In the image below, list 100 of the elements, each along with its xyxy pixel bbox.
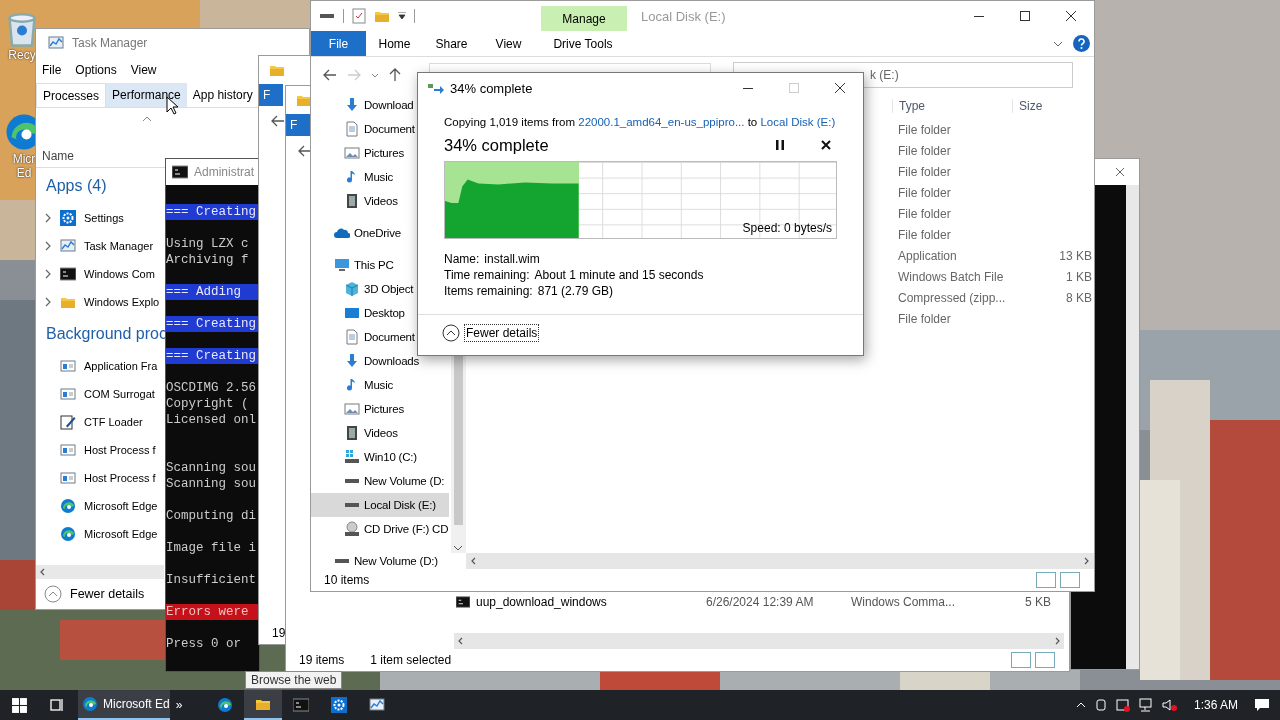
clock[interactable]: 1:36 AM: [1185, 698, 1246, 712]
details-view-button[interactable]: [1011, 652, 1031, 668]
horizontal-scrollbar[interactable]: [466, 553, 1094, 569]
details-view-button[interactable]: [1036, 572, 1056, 588]
network-icon[interactable]: [1137, 698, 1154, 712]
help-icon[interactable]: [1073, 35, 1090, 52]
film-icon: [344, 425, 360, 441]
file-tab[interactable]: F: [259, 84, 283, 106]
browser-icon: [60, 498, 76, 514]
nav-item[interactable]: Downloads: [311, 349, 449, 373]
file-type: Application: [897, 248, 958, 263]
horizontal-scrollbar[interactable]: [36, 565, 164, 579]
process-name[interactable]: COM Surrogat: [84, 388, 155, 400]
process-name[interactable]: Task Manager: [84, 240, 154, 252]
process-name[interactable]: Host Process f: [84, 444, 156, 456]
tab[interactable]: App history: [186, 83, 259, 107]
process-name[interactable]: Windows Com: [84, 268, 155, 280]
tab[interactable]: Processes: [36, 83, 107, 107]
chevron-down-icon[interactable]: [1053, 40, 1063, 47]
console-icon: [60, 266, 76, 282]
gear-icon: [331, 697, 347, 713]
progress-heading: 34% complete: [444, 135, 550, 155]
tiles-view-button[interactable]: [1035, 652, 1055, 668]
minimize-icon[interactable]: [974, 15, 984, 17]
notification-icon[interactable]: [1254, 698, 1270, 712]
device-icon[interactable]: [1093, 698, 1108, 712]
nav-item[interactable]: Local Disk (E:): [311, 493, 449, 517]
process-name[interactable]: Host Process f: [84, 472, 156, 484]
file-tab[interactable]: F: [286, 114, 310, 136]
close-icon[interactable]: [834, 82, 846, 94]
console-line: Scanning sou: [166, 460, 257, 476]
console-line: Computing di: [166, 508, 257, 524]
file-type: File folder: [897, 164, 952, 179]
nav-item[interactable]: CD Drive (F:) CD: [311, 517, 449, 541]
vertical-scrollbar[interactable]: [1126, 185, 1139, 669]
chevron-icon[interactable]: [44, 241, 52, 251]
nav-item[interactable]: New Volume (D:: [311, 469, 449, 493]
taskbar-button[interactable]: [244, 690, 282, 720]
close-icon[interactable]: [1115, 167, 1125, 177]
muted-speaker-icon[interactable]: [1161, 698, 1178, 712]
nav-item[interactable]: Videos: [311, 421, 449, 445]
shield-icon[interactable]: [1115, 698, 1130, 712]
back-arrow-icon[interactable]: [298, 145, 312, 157]
nav-item[interactable]: Win10 (C:): [311, 445, 449, 469]
chevron-icon[interactable]: [44, 297, 52, 307]
process-name[interactable]: Microsoft Edge: [84, 500, 158, 512]
nav-item[interactable]: Music: [311, 373, 449, 397]
maximize-icon[interactable]: [1020, 11, 1030, 21]
menu-item[interactable]: View: [130, 63, 157, 77]
process-name[interactable]: Application Fra: [84, 360, 158, 372]
chevron-up-icon[interactable]: [1075, 702, 1086, 708]
ribbon-tab[interactable]: Home: [366, 31, 423, 56]
process-name[interactable]: CTF Loader: [84, 416, 143, 428]
console-line: Scanning sou: [166, 476, 257, 492]
file-type: File folder: [897, 143, 952, 158]
chevron-down-icon[interactable]: [371, 72, 379, 78]
tab[interactable]: Performance: [106, 83, 187, 107]
taskbar-app-button[interactable]: Microsoft Ed: [78, 690, 170, 720]
horizontal-scrollbar[interactable]: [454, 633, 1064, 649]
drive-icon: [319, 13, 335, 19]
chevron-icon[interactable]: [44, 269, 52, 279]
minimize-icon[interactable]: [743, 87, 753, 89]
file-tab[interactable]: File: [311, 31, 366, 56]
detail-label: Name:: [444, 251, 480, 267]
column-header[interactable]: Type: [892, 99, 1012, 113]
cancel-icon[interactable]: [821, 140, 831, 150]
source-link[interactable]: 22000.1_amd64_en-us_ppipro...: [578, 116, 745, 128]
up-arrow-icon[interactable]: [389, 68, 401, 82]
menu-item[interactable]: File: [42, 63, 62, 77]
nav-item[interactable]: New Volume (D:): [311, 549, 449, 573]
ribbon-tab[interactable]: Drive Tools: [540, 31, 626, 56]
detail-label: Items remaining:: [444, 283, 533, 299]
process-name[interactable]: Microsoft Edge: [84, 528, 158, 540]
dropdown-caret-icon[interactable]: [398, 12, 406, 20]
process-name[interactable]: Windows Explo: [84, 296, 160, 308]
console-line: Press 0 or: [166, 636, 242, 652]
window-icon: [60, 442, 76, 458]
file-type: File folder: [897, 206, 952, 221]
destination-link[interactable]: Local Disk (E:): [760, 116, 836, 128]
overflow-button[interactable]: »: [170, 690, 188, 720]
menu-item[interactable]: Options: [75, 63, 117, 77]
fewer-details-link[interactable]: Fewer details: [70, 587, 145, 601]
ribbon-tab[interactable]: View: [480, 31, 537, 56]
console-line: Image file i: [166, 540, 257, 556]
fewer-details-button[interactable]: Fewer details: [464, 324, 540, 342]
properties-icon[interactable]: [352, 8, 366, 24]
column-header[interactable]: Size: [1012, 99, 1092, 113]
back-arrow-icon[interactable]: [271, 115, 285, 127]
tiles-view-button[interactable]: [1060, 572, 1080, 588]
down-arrow-icon: [344, 97, 360, 113]
back-arrow-icon[interactable]: [323, 69, 337, 81]
pause-icon[interactable]: [776, 140, 784, 150]
column-header[interactable]: Name: [42, 149, 74, 163]
nav-item[interactable]: Pictures: [311, 397, 449, 421]
close-icon[interactable]: [1065, 10, 1077, 22]
ribbon-tab[interactable]: Share: [423, 31, 480, 56]
file-name[interactable]: uup_download_windows: [476, 595, 607, 609]
collapse-circle-icon[interactable]: [442, 324, 460, 342]
chevron-icon[interactable]: [44, 213, 52, 223]
process-name[interactable]: Settings: [84, 212, 124, 224]
